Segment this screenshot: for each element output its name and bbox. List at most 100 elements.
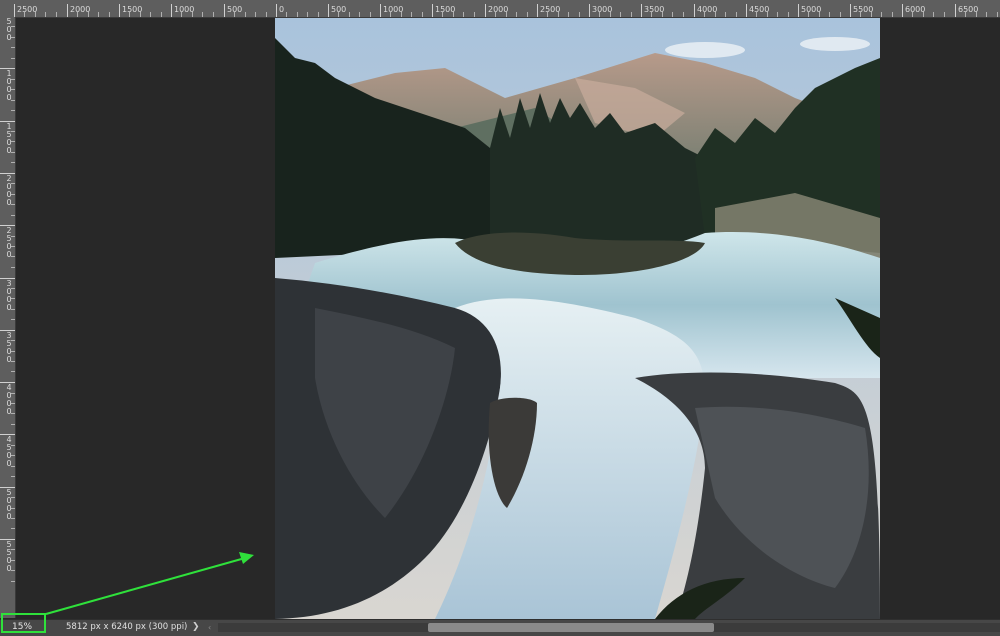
ruler-major-tick	[955, 4, 956, 17]
vertical-ruler[interactable]: 500 1000 1500 2000 2500 3000 3500 4000 4500 5000 5…	[0, 17, 16, 618]
ruler-minor-tick	[390, 12, 392, 17]
ruler-minor-tick	[442, 12, 444, 17]
ruler-major-tick	[537, 4, 538, 17]
horizontal-scrollbar[interactable]	[218, 623, 1000, 632]
ruler-minor-tick	[11, 570, 15, 572]
ruler-minor-tick	[912, 12, 914, 17]
ruler-minor-tick	[11, 361, 15, 362]
scrollbar-thumb[interactable]	[428, 623, 714, 632]
ruler-major-tick	[67, 4, 68, 17]
ruler-minor-tick	[11, 36, 15, 38]
ruler-minor-tick	[11, 497, 15, 499]
ruler-minor-tick	[630, 12, 632, 17]
ruler-major-tick	[746, 4, 747, 17]
ruler-minor-tick	[495, 12, 497, 17]
ruler-minor-tick	[11, 476, 15, 477]
ruler-minor-tick	[139, 12, 141, 17]
ruler-minor-tick	[808, 12, 810, 17]
chevron-right-icon[interactable]: ❯	[192, 620, 200, 635]
ruler-minor-tick	[11, 402, 15, 404]
ruler-minor-tick	[11, 319, 15, 321]
ruler-minor-tick	[255, 12, 257, 17]
ruler-minor-tick	[265, 12, 267, 17]
ruler-minor-tick	[620, 12, 622, 17]
ruler-label: 500	[6, 17, 12, 42]
ruler-minor-tick	[11, 559, 15, 561]
ruler-major-tick	[641, 4, 642, 17]
ruler-minor-tick	[672, 12, 674, 17]
ruler-minor-tick	[11, 340, 15, 342]
ruler-minor-tick	[11, 308, 15, 310]
ruler-minor-tick	[45, 12, 47, 17]
ruler-major-tick	[328, 4, 329, 17]
ruler-minor-tick	[202, 12, 204, 17]
ruler-minor-tick	[11, 465, 15, 467]
ruler-major-tick	[902, 4, 903, 17]
ruler-minor-tick	[11, 455, 15, 457]
ruler-minor-tick	[11, 131, 15, 132]
ruler-minor-tick	[11, 151, 15, 153]
ruler-major-tick	[694, 4, 695, 17]
ruler-label: 3500	[6, 330, 12, 364]
ruler-minor-tick	[11, 99, 15, 101]
ruler-minor-tick	[129, 12, 131, 17]
ruler-minor-tick	[11, 287, 15, 289]
ruler-minor-tick	[108, 12, 110, 17]
ruler-minor-tick	[473, 12, 475, 17]
ruler-minor-tick	[943, 12, 945, 17]
ruler-minor-tick	[11, 193, 15, 195]
ruler-minor-tick	[11, 371, 15, 373]
ruler-minor-tick	[881, 12, 883, 17]
ruler-label: 1500	[6, 121, 12, 155]
ruler-minor-tick	[578, 12, 580, 17]
ruler-minor-tick	[400, 12, 402, 17]
ruler-minor-tick	[307, 12, 309, 17]
ruler-minor-tick	[922, 12, 924, 17]
ruler-minor-tick	[756, 12, 758, 17]
ruler-minor-tick	[704, 12, 706, 17]
ruler-minor-tick	[11, 235, 15, 237]
ruler-label: 2500	[6, 226, 12, 260]
ruler-minor-tick	[975, 12, 977, 17]
ruler-minor-tick	[839, 12, 841, 17]
ruler-minor-tick	[11, 141, 15, 143]
ruler-minor-tick	[181, 12, 183, 17]
ruler-minor-tick	[777, 12, 779, 17]
ruler-minor-tick	[766, 12, 768, 17]
ruler-minor-tick	[421, 12, 423, 17]
ruler-minor-tick	[98, 12, 100, 17]
ruler-minor-tick	[891, 12, 893, 17]
ruler-label: 4500	[6, 435, 12, 469]
ruler-label: 4000	[6, 383, 12, 417]
ruler-minor-tick	[11, 549, 15, 551]
document-info: 5812 px x 6240 px (300 ppi)	[66, 622, 188, 632]
ruler-label: 5500	[6, 540, 12, 573]
ruler-major-tick	[798, 4, 799, 17]
ruler-minor-tick	[348, 12, 350, 17]
ruler-minor-tick	[359, 12, 361, 17]
ruler-minor-tick	[212, 12, 214, 17]
ruler-minor-tick	[317, 12, 319, 17]
ruler-label: 5000	[6, 487, 12, 521]
scroll-left-arrow-icon[interactable]: ‹	[208, 620, 211, 635]
ruler-minor-tick	[986, 12, 988, 17]
ruler-major-tick	[589, 4, 590, 17]
waterfall-photo[interactable]	[275, 18, 880, 619]
ruler-minor-tick	[296, 12, 298, 17]
ruler-minor-tick	[11, 47, 15, 49]
ruler-minor-tick	[965, 12, 967, 17]
ruler-minor-tick	[191, 12, 193, 17]
ruler-minor-tick	[77, 12, 79, 17]
ruler-minor-tick	[244, 12, 246, 17]
ruler-minor-tick	[463, 12, 465, 17]
ruler-major-tick	[380, 4, 381, 17]
horizontal-ruler[interactable]: 2500 2000 1500 1000 500 0 500 1000 1500 2000 2500 3…	[0, 0, 1000, 18]
ruler-major-tick	[432, 4, 433, 17]
ruler-minor-tick	[505, 12, 507, 17]
zoom-level[interactable]: 15%	[2, 620, 44, 635]
ruler-minor-tick	[11, 214, 15, 216]
ruler-minor-tick	[286, 12, 288, 17]
ruler-minor-tick	[11, 246, 15, 247]
ruler-minor-tick	[11, 78, 15, 80]
ruler-major-tick	[850, 4, 851, 17]
